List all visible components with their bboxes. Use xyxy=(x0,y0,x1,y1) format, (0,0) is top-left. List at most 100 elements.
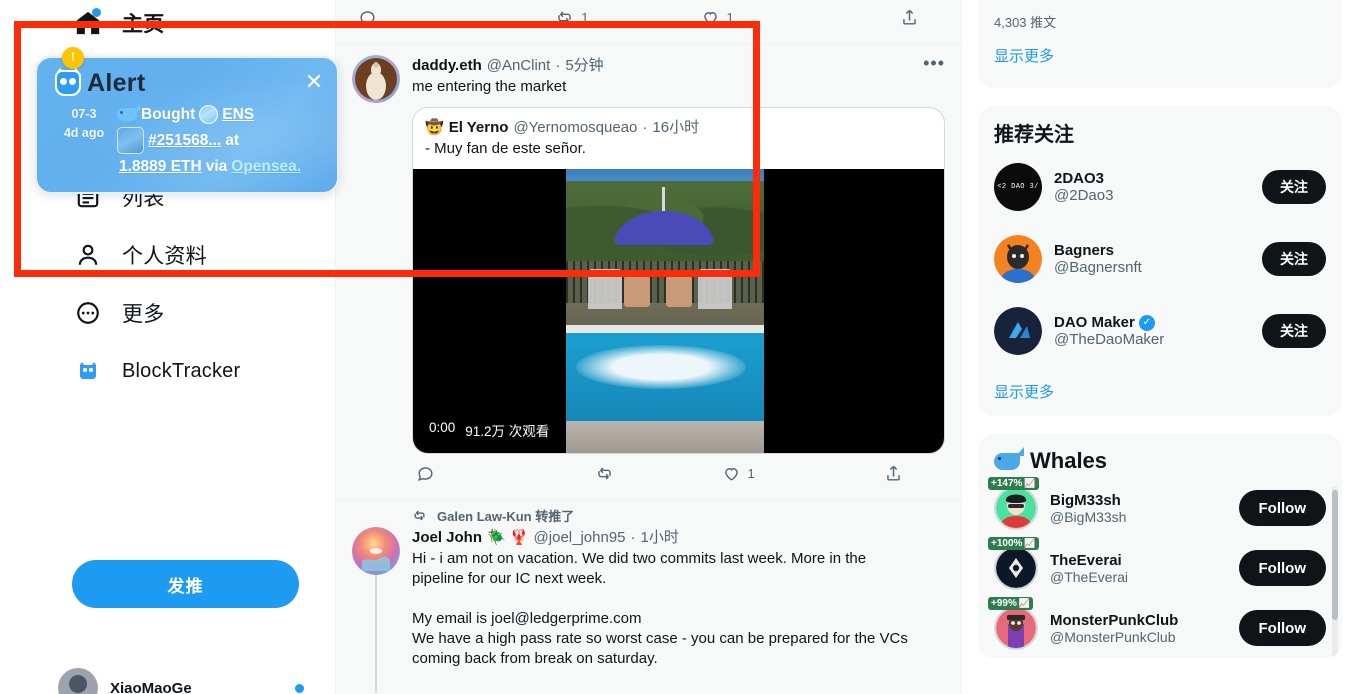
follow-button[interactable]: 关注 xyxy=(1262,170,1326,204)
quoted-tweet-text: - Muy fan de este señor. xyxy=(425,140,586,157)
whale-icon xyxy=(994,446,1024,470)
suggestion-name[interactable]: 2DAO3 xyxy=(1054,170,1104,187)
whale-handle[interactable]: @BigM33sh xyxy=(1050,509,1239,525)
list-item[interactable]: Bagners @Bagnersnft 关注 xyxy=(978,223,1342,295)
list-item[interactable]: +100% 📈 TheEverai @TheEverai Follow xyxy=(978,537,1342,598)
retweet-context: Galen Law-Kun 转推了 xyxy=(412,506,945,525)
avatar[interactable]: +99% 📈 xyxy=(988,597,1038,650)
quoted-author-emoji: 🤠 xyxy=(425,119,444,136)
quoted-author-handle[interactable]: @Yernomosqueao xyxy=(513,118,637,138)
percent-change: +99% xyxy=(991,598,1017,609)
sidebar-item-blocktracker[interactable]: BlockTracker xyxy=(72,342,336,400)
quoted-author-name[interactable]: El Yerno xyxy=(449,118,509,138)
follow-button[interactable]: Follow xyxy=(1238,550,1326,586)
alert-price: 1.8889 ETH xyxy=(119,158,202,176)
alert-via: via xyxy=(205,158,228,176)
suggestion-handle[interactable]: @Bagnersnft xyxy=(1054,259,1262,276)
like-count: 1 xyxy=(726,9,734,25)
suggestion-handle[interactable]: @2Dao3 xyxy=(1054,187,1262,204)
avatar[interactable]: +100% 📈 xyxy=(988,537,1039,590)
share-button[interactable] xyxy=(796,464,927,483)
follow-button[interactable]: Follow xyxy=(1238,490,1326,526)
home-icon xyxy=(74,8,102,37)
list-item-info: 2DAO3 @2Dao3 xyxy=(1054,170,1262,204)
tweet-item[interactable]: Galen Law-Kun 转推了 Joel John 🪲 🦞 @joel_jo… xyxy=(336,501,961,693)
like-button[interactable]: 1 xyxy=(645,8,794,27)
whale-name[interactable]: BigM33sh xyxy=(1050,492,1239,509)
list-item[interactable]: <2 DAO 3/ 2DAO3 @2Dao3 关注 xyxy=(978,151,1342,223)
panel-title-row: Whales xyxy=(978,434,1342,478)
whale-name[interactable]: MonsterPunkClub xyxy=(1050,612,1239,629)
suggestion-name[interactable]: DAO Maker xyxy=(1054,314,1135,331)
thread-connector xyxy=(375,573,377,693)
tweet-button[interactable]: 发推 xyxy=(72,560,299,608)
whale-name[interactable]: TheEverai xyxy=(1050,552,1239,569)
reply-button[interactable] xyxy=(404,464,535,483)
trends-show-more-link[interactable]: 显示更多 xyxy=(978,31,1342,80)
tweet-author-handle[interactable]: @AnClint xyxy=(487,56,551,76)
like-button[interactable]: 1 xyxy=(666,464,797,483)
sidebar-item-more[interactable]: 更多 xyxy=(72,284,336,342)
follow-button[interactable]: 关注 xyxy=(1262,314,1326,348)
retweet-count: 1 xyxy=(581,9,589,25)
tweet-author-handle[interactable]: @joel_john95 xyxy=(534,528,626,548)
account-switcher[interactable]: XiaoMaoGe xyxy=(58,668,318,694)
blocktracker-alert-popup[interactable]: ! Alert ✕ 07-3 4d ago Bought ENS #251568… xyxy=(35,47,339,194)
tweet-author-name[interactable]: daddy.eth xyxy=(412,56,482,76)
avatar-label: <2 DAO 3/ xyxy=(997,183,1039,191)
alert-date: 07-3 xyxy=(71,107,97,121)
nft-thumbnail-icon xyxy=(117,127,144,155)
list-item[interactable]: DAO Maker ✓ @TheDaoMaker 关注 xyxy=(978,295,1342,367)
tweet-item[interactable]: daddy.eth @AnClint · 5分钟 me entering the… xyxy=(336,45,961,490)
quoted-timestamp[interactable]: 16小时 xyxy=(652,118,699,138)
avatar[interactable] xyxy=(994,235,1042,283)
avatar[interactable]: +147% 📈 xyxy=(988,477,1039,530)
trends-panel: 4,303 推文 显示更多 xyxy=(978,0,1342,88)
more-icon xyxy=(74,299,102,327)
video-thumbnail xyxy=(566,169,764,453)
quoted-tweet[interactable]: 🤠 El Yerno @Yernomosqueao · 16小时 - Muy f… xyxy=(412,107,945,454)
blocktracker-icon xyxy=(74,357,102,385)
tweet-author-emoji: 🪲 🦞 xyxy=(487,529,529,546)
panel-title: 推荐关注 xyxy=(994,124,1074,146)
account-notification-dot xyxy=(295,683,304,693)
alert-marketplace[interactable]: Opensea. xyxy=(231,154,301,179)
alert-title: Alert xyxy=(87,68,146,97)
alert-line-token: #251568... at xyxy=(117,127,327,155)
sidebar-item-profile[interactable]: 个人资料 xyxy=(72,226,336,284)
retweet-context-label[interactable]: Galen Law-Kun 转推了 xyxy=(437,506,574,525)
more-options-icon[interactable]: ••• xyxy=(923,54,945,72)
reply-button[interactable] xyxy=(346,8,495,27)
suggestion-name[interactable]: Bagners xyxy=(1054,242,1114,259)
tweet-body: Galen Law-Kun 转推了 Joel John 🪲 🦞 @joel_jo… xyxy=(412,505,945,669)
avatar[interactable] xyxy=(352,527,400,575)
follow-button[interactable]: 关注 xyxy=(1262,242,1326,276)
alert-action: Bought xyxy=(141,106,196,123)
tweet-timestamp[interactable]: 1小时 xyxy=(641,528,679,548)
tweet-body: daddy.eth @AnClint · 5分钟 me entering the… xyxy=(412,55,945,490)
quoted-tweet-header: 🤠 El Yerno @Yernomosqueao · 16小时 xyxy=(413,108,944,138)
share-button[interactable] xyxy=(794,8,943,27)
alert-token-id[interactable]: #251568... xyxy=(148,128,221,153)
sidebar-item-home[interactable]: 主页 xyxy=(72,0,336,52)
list-item[interactable]: +147% 📈 BigM33sh @BigM33sh Follow xyxy=(978,477,1342,538)
avatar[interactable] xyxy=(352,55,400,103)
close-icon[interactable]: ✕ xyxy=(303,71,325,94)
avatar[interactable]: <2 DAO 3/ xyxy=(994,163,1042,211)
follow-show-more-link[interactable]: 显示更多 xyxy=(978,367,1342,416)
list-item[interactable]: +99% 📈 MonsterPunkClub @MonsterPunkClub … xyxy=(978,597,1342,658)
video-player[interactable]: 0:00 91.2万 次观看 xyxy=(413,169,944,453)
suggestion-handle[interactable]: @TheDaoMaker xyxy=(1054,331,1262,348)
whale-handle[interactable]: @TheEverai xyxy=(1050,569,1239,585)
alert-collection[interactable]: ENS xyxy=(222,102,254,127)
whale-handle[interactable]: @MonsterPunkClub xyxy=(1050,629,1239,645)
retweet-button[interactable]: 1 xyxy=(495,8,644,27)
scrollbar-thumb[interactable] xyxy=(1332,490,1338,620)
follow-button[interactable]: Follow xyxy=(1238,610,1326,646)
tweet-actionbar: 1 xyxy=(404,456,945,490)
tweet-timestamp[interactable]: 5分钟 xyxy=(565,56,603,76)
avatar[interactable] xyxy=(994,307,1042,355)
retweet-button[interactable] xyxy=(535,464,666,483)
trending-up-icon: 📈 xyxy=(1024,478,1036,488)
tweet-author-name[interactable]: Joel John xyxy=(412,528,482,548)
